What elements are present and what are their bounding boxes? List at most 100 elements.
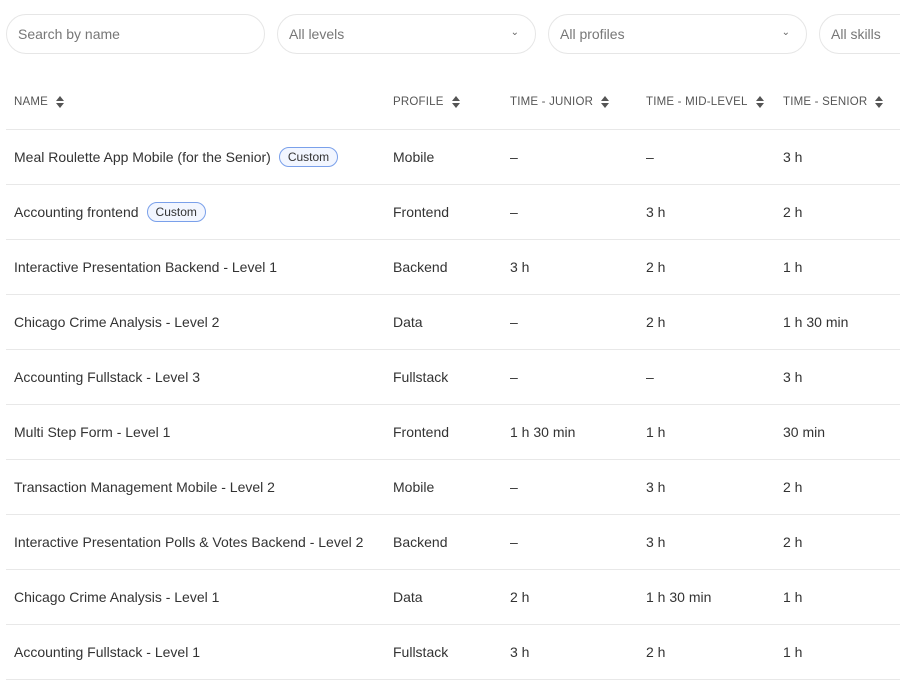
cell-name[interactable]: Accounting Fullstack - Level 1: [14, 625, 200, 679]
sort-icon[interactable]: [755, 96, 764, 108]
profile-select[interactable]: All profiles ⌄: [548, 14, 807, 54]
cell-profile-text: Data: [393, 589, 423, 605]
cell-time-senior-text: 1 h: [783, 589, 803, 605]
cell-time-mid-text: –: [646, 149, 654, 165]
cell-profile: Data: [393, 570, 423, 624]
cell-profile: Frontend: [393, 405, 449, 459]
sort-icon[interactable]: [451, 96, 460, 108]
cell-time-senior-text: 2 h: [783, 204, 803, 220]
cell-time-mid-text: 3 h: [646, 479, 666, 495]
table-row[interactable]: Transaction Management Mobile - Level 2 M…: [6, 460, 900, 515]
cell-time-senior: 1 h: [783, 625, 802, 679]
exercises-table: NAME PROFILE TIME - JUNIOR TIME - MID-LE…: [6, 77, 900, 680]
column-header-time-senior[interactable]: TIME - SENIOR: [783, 96, 884, 108]
search-placeholder: Search by name: [18, 26, 120, 42]
cell-profile: Data: [393, 295, 423, 349]
cell-time-senior-text: 2 h: [783, 534, 803, 550]
cell-profile-text: Backend: [393, 259, 448, 275]
table-row[interactable]: Accounting Fullstack - Level 1 Fullstack 3…: [6, 625, 900, 680]
table-row[interactable]: Accounting frontend Custom Frontend – 3 h 2 h: [6, 185, 900, 240]
cell-time-mid-text: 2 h: [646, 259, 666, 275]
level-select-value: All levels: [289, 26, 345, 42]
table-row[interactable]: Accounting Fullstack - Level 3 Fullstack –…: [6, 350, 900, 405]
cell-profile-text: Backend: [393, 534, 448, 550]
cell-profile-text: Frontend: [393, 204, 450, 220]
cell-time-mid: 1 h 30 min: [646, 570, 711, 624]
cell-name[interactable]: Meal Roulette App Mobile (for the Senior…: [14, 130, 339, 184]
cell-time-mid: 3 h: [646, 460, 665, 514]
cell-profile: Fullstack: [393, 350, 448, 404]
cell-name-text[interactable]: Accounting Fullstack - Level 1: [14, 644, 200, 660]
sort-icon[interactable]: [875, 96, 884, 108]
cell-name-text[interactable]: Interactive Presentation Polls & Votes B…: [14, 534, 363, 550]
cell-time-junior-text: 1 h 30 min: [510, 424, 576, 440]
table-body: Meal Roulette App Mobile (for the Senior…: [6, 130, 900, 680]
table-row[interactable]: Multi Step Form - Level 1 Frontend 1 h 30 …: [6, 405, 900, 460]
cell-time-senior: 1 h: [783, 570, 802, 624]
search-input[interactable]: Search by name: [6, 14, 265, 54]
table-row[interactable]: Chicago Crime Analysis - Level 2 Data – 2 h…: [6, 295, 900, 350]
cell-name-text[interactable]: Interactive Presentation Backend - Level…: [14, 259, 277, 275]
table-row[interactable]: Meal Roulette App Mobile (for the Senior…: [6, 130, 900, 185]
cell-name[interactable]: Accounting frontend Custom: [14, 185, 206, 239]
cell-time-senior: 3 h: [783, 350, 802, 404]
cell-time-mid: 1 h: [646, 405, 665, 459]
level-select[interactable]: All levels ⌄: [277, 14, 536, 54]
column-header-time-junior[interactable]: TIME - JUNIOR: [510, 96, 610, 108]
column-label: NAME: [14, 96, 49, 108]
cell-time-mid-text: 3 h: [646, 534, 666, 550]
cell-name[interactable]: Transaction Management Mobile - Level 2: [14, 460, 275, 514]
column-header-time-mid[interactable]: TIME - MID-LEVEL: [646, 96, 764, 108]
cell-name-text[interactable]: Chicago Crime Analysis - Level 1: [14, 589, 219, 605]
cell-time-mid: –: [646, 130, 654, 184]
column-label: TIME - SENIOR: [783, 96, 868, 108]
cell-time-senior-text: 30 min: [783, 424, 826, 440]
cell-time-senior: 2 h: [783, 185, 802, 239]
cell-time-junior-text: –: [510, 534, 518, 550]
column-header-name[interactable]: NAME: [14, 96, 65, 108]
cell-time-senior: 3 h: [783, 130, 802, 184]
cell-time-senior-text: 2 h: [783, 479, 803, 495]
cell-time-junior: 3 h: [510, 240, 529, 294]
cell-name[interactable]: Interactive Presentation Polls & Votes B…: [14, 515, 363, 569]
table-row[interactable]: Chicago Crime Analysis - Level 1 Data 2 h 1…: [6, 570, 900, 625]
cell-name[interactable]: Chicago Crime Analysis - Level 1: [14, 570, 219, 624]
cell-profile: Mobile: [393, 130, 434, 184]
cell-time-mid: 2 h: [646, 240, 665, 294]
cell-time-junior-text: –: [510, 314, 518, 330]
cell-time-senior: 2 h: [783, 460, 802, 514]
cell-time-junior-text: –: [510, 369, 518, 385]
custom-badge: Custom: [146, 202, 206, 222]
cell-name-text[interactable]: Transaction Management Mobile - Level 2: [14, 479, 275, 495]
cell-name[interactable]: Chicago Crime Analysis - Level 2: [14, 295, 219, 349]
cell-name-text[interactable]: Accounting Fullstack - Level 3: [14, 369, 200, 385]
cell-name[interactable]: Accounting Fullstack - Level 3: [14, 350, 200, 404]
table-row[interactable]: Interactive Presentation Polls & Votes B…: [6, 515, 900, 570]
cell-time-junior-text: 3 h: [510, 644, 530, 660]
cell-name-text[interactable]: Accounting frontend: [14, 204, 139, 220]
cell-time-junior: –: [510, 130, 518, 184]
table-row[interactable]: Interactive Presentation Backend - Level…: [6, 240, 900, 295]
cell-name[interactable]: Interactive Presentation Backend - Level…: [14, 240, 277, 294]
cell-time-mid-text: –: [646, 369, 654, 385]
skills-select[interactable]: All skills: [819, 14, 900, 54]
skills-select-value: All skills: [831, 26, 881, 42]
cell-name[interactable]: Multi Step Form - Level 1: [14, 405, 170, 459]
sort-icon[interactable]: [601, 96, 610, 108]
cell-time-senior-text: 3 h: [783, 369, 803, 385]
profile-select-value: All profiles: [560, 26, 625, 42]
cell-time-mid: 3 h: [646, 515, 665, 569]
cell-name-text[interactable]: Meal Roulette App Mobile (for the Senior…: [14, 149, 271, 165]
cell-time-mid: 3 h: [646, 185, 665, 239]
column-header-profile[interactable]: PROFILE: [393, 96, 460, 108]
cell-name-text[interactable]: Chicago Crime Analysis - Level 2: [14, 314, 219, 330]
cell-profile-text: Data: [393, 314, 423, 330]
table-header: NAME PROFILE TIME - JUNIOR TIME - MID-LE…: [6, 77, 900, 130]
cell-profile-text: Mobile: [393, 479, 435, 495]
cell-profile: Frontend: [393, 185, 449, 239]
cell-profile-text: Mobile: [393, 149, 435, 165]
cell-name-text[interactable]: Multi Step Form - Level 1: [14, 424, 170, 440]
cell-time-senior-text: 1 h 30 min: [783, 314, 849, 330]
filter-bar: Search by name All levels ⌄ All profiles…: [6, 14, 900, 56]
sort-icon[interactable]: [56, 96, 65, 108]
